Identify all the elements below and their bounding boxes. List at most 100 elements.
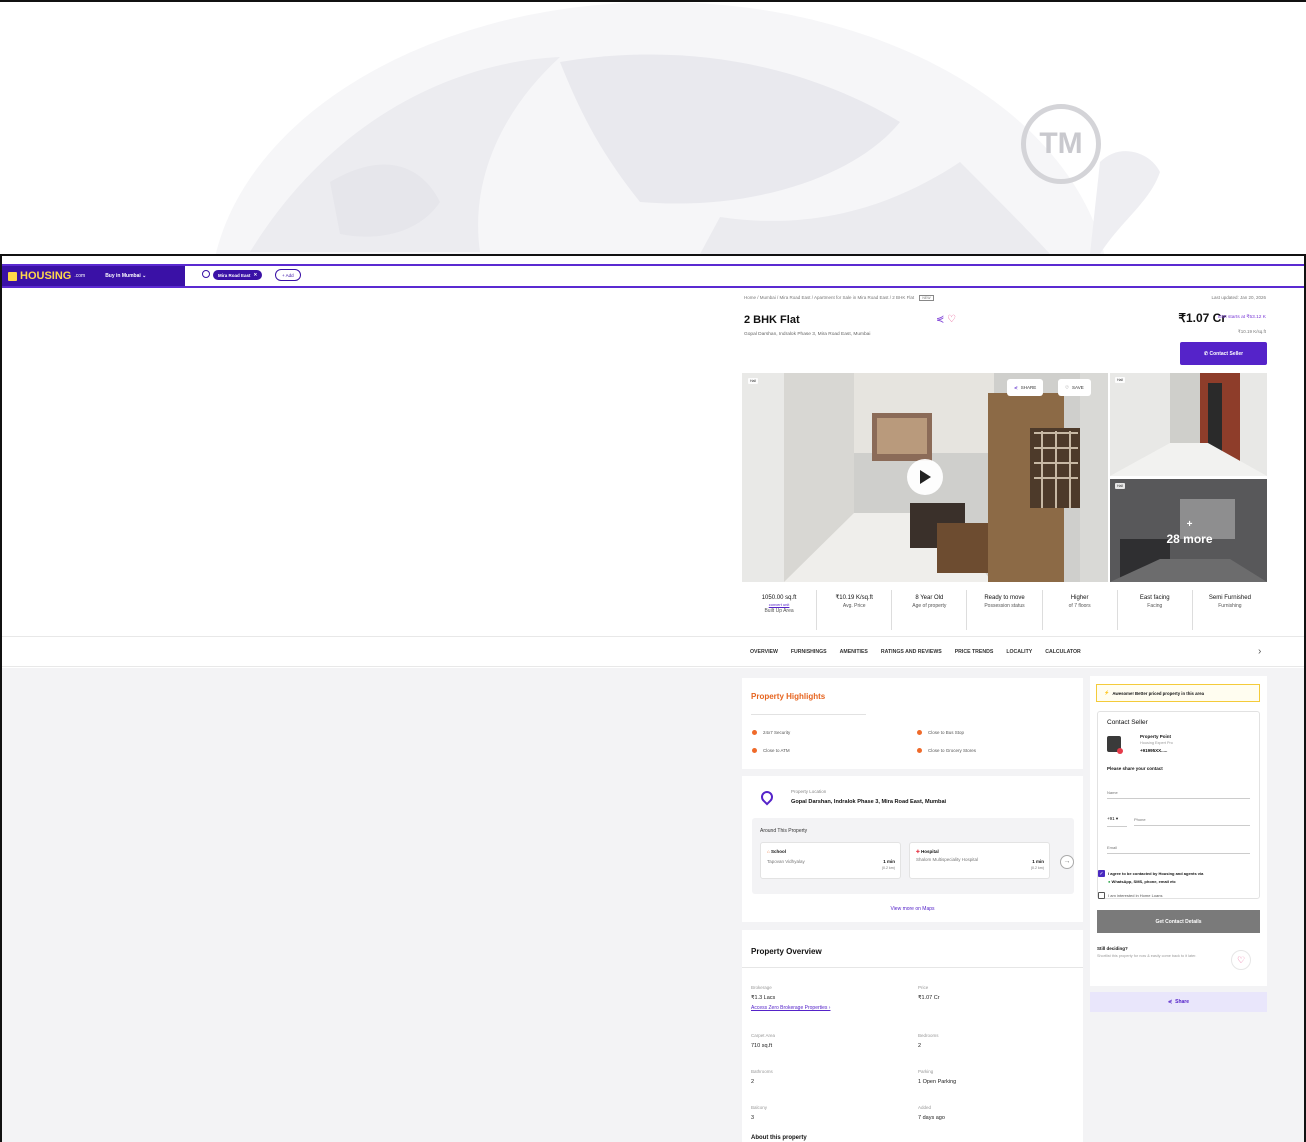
share-icon[interactable]: ⋞	[936, 314, 944, 325]
plus-icon: +	[1186, 519, 1193, 530]
price-per-sqft: ₹10.19 K/sq.ft	[1237, 329, 1266, 334]
tab-furnishings[interactable]: FURNISHINGS	[791, 649, 827, 655]
tab-calculator[interactable]: CALCULATOR	[1045, 649, 1081, 655]
contact-title: Contact Seller	[1107, 719, 1148, 726]
buy-in-dropdown[interactable]: Buy in Mumbai ⌄	[105, 273, 146, 279]
divider	[751, 714, 866, 715]
tab-price-trends[interactable]: PRICE TRENDS	[955, 649, 994, 655]
consent-channels: WhatsApp, SMS, phone, email etc	[1111, 879, 1176, 884]
view-maps-link[interactable]: View more on Maps	[742, 906, 1083, 912]
nearby-distance: (0.2 km)	[881, 866, 895, 870]
play-video-button[interactable]	[907, 459, 943, 495]
name-field[interactable]	[1107, 787, 1250, 799]
heart-icon: ♡	[1065, 384, 1070, 390]
phone-field[interactable]	[1134, 814, 1250, 826]
home-loan-label: I am interested in Home Loans	[1108, 893, 1163, 898]
still-deciding-label: Still deciding?	[1097, 946, 1128, 951]
property-address: Gopal Darshan, Indralok Phase 3, Mira Ro…	[744, 332, 871, 337]
caret-down-icon: ▾	[1115, 816, 1119, 821]
tab-ratings[interactable]: RATINGS AND REVIEWS	[881, 649, 942, 655]
heart-icon[interactable]: ♡	[947, 314, 956, 325]
stat-label: Possession status	[984, 603, 1025, 609]
location-label: Property Location	[791, 789, 827, 794]
zero-brokerage-link[interactable]: Access Zero Brokerage Properties ›	[751, 1005, 830, 1011]
navbar-brand-area: HOUSING .com Buy in Mumbai ⌄	[2, 266, 185, 286]
location-pin-icon	[758, 788, 776, 806]
highlight-text: Close to Bus Stop	[928, 730, 965, 735]
nearby-time: 1 min (0.2 km)	[882, 859, 895, 871]
balcony-value: 3	[751, 1115, 755, 1121]
breadcrumb[interactable]: Home / Mumbai / Mira Road East / Apartme…	[744, 295, 934, 301]
logo-text: HOUSING	[20, 270, 72, 282]
contact-seller-button[interactable]: ✆ Contact Seller	[1180, 342, 1267, 365]
globe-watermark	[0, 2, 1306, 254]
parking-value: 1 Open Parking	[918, 1079, 957, 1085]
hall-photo	[1110, 373, 1267, 476]
gallery-save-button[interactable]: ♡ SAVE	[1058, 379, 1091, 396]
email-field[interactable]	[1107, 842, 1250, 854]
more-photos-label[interactable]: + 28 more	[1162, 516, 1217, 546]
trademark-badge: TM	[1021, 104, 1101, 184]
tab-overview[interactable]: OVERVIEW	[750, 649, 778, 655]
side-photo-1[interactable]: Hall	[1110, 373, 1267, 476]
stat-label: Built Up Area	[764, 608, 794, 614]
stat-floor: Higher of 7 floors	[1043, 590, 1118, 630]
nearby-type: ⌂ School	[767, 849, 786, 854]
divider	[742, 967, 1083, 968]
carpet-area-value: 710 sq.ft	[751, 1043, 773, 1049]
arrow-right-icon[interactable]: →	[1060, 855, 1074, 869]
shortlist-heart-button[interactable]: ♡	[1231, 950, 1251, 970]
property-stats: 1050.00 sq.ft convert unit Built Up Area…	[742, 590, 1267, 630]
photo-label: Hall	[1115, 377, 1126, 383]
share-listing-button[interactable]: ⋞ Share	[1090, 992, 1267, 1012]
share-icon: ⋞	[1014, 384, 1018, 390]
bullet-icon	[752, 730, 757, 736]
search-location-chip[interactable]: Mira Road East ✕	[213, 270, 263, 280]
nearby-type: ✚ Hospital	[916, 849, 939, 855]
share-icon: ⋞	[1167, 999, 1173, 1005]
close-icon[interactable]: ✕	[254, 272, 258, 278]
highlight-item: Close to Bus Stop	[917, 730, 965, 736]
tab-locality[interactable]: LOCALITY	[1006, 649, 1032, 655]
chevron-right-icon[interactable]: ›	[1258, 646, 1261, 657]
last-updated: Last updated: Jan 20, 2026	[1211, 295, 1266, 300]
divider	[1107, 826, 1127, 827]
search-icon[interactable]	[202, 270, 210, 278]
add-location-chip[interactable]: + Add	[275, 269, 301, 281]
overview-label: Brokerage	[751, 985, 772, 990]
consent-checkbox[interactable]: ✓	[1098, 870, 1105, 877]
highlight-item: Close to ATM	[752, 748, 790, 754]
stat-value: 1050.00 sq.ft	[761, 595, 797, 601]
highlight-text: Close to Grocery Stores	[928, 748, 977, 753]
emi-link[interactable]: EMI starts at ₹53.12 K	[1218, 315, 1266, 320]
around-title: Around This Property	[760, 828, 808, 834]
stat-value: Ready to move	[984, 595, 1025, 601]
highlights-card: Property Highlights 24x7 Security Close …	[742, 678, 1083, 769]
home-loan-checkbox[interactable]	[1098, 892, 1105, 899]
breadcrumb-text[interactable]: Home / Mumbai / Mira Road East / Apartme…	[744, 295, 914, 300]
get-contact-details-button[interactable]: Get Contact Details	[1097, 910, 1260, 933]
highlight-text: 24x7 Security	[763, 730, 791, 735]
nearby-hospital-card[interactable]: ✚ Hospital Shalom Multispeciality Hospit…	[909, 842, 1050, 879]
overview-label: Added	[918, 1105, 932, 1110]
nearby-name: Shalom Multispeciality Hospital	[916, 857, 979, 862]
bullet-icon	[917, 748, 922, 754]
stat-age: 8 Year Old Age of property	[892, 590, 968, 630]
chip-label: Mira Road East	[218, 272, 251, 278]
seller-phone: +91995XX.....	[1140, 748, 1168, 753]
country-code-select[interactable]: +91 ▾	[1107, 816, 1118, 822]
highlights-title: Property Highlights	[751, 692, 826, 701]
highlight-item: 24x7 Security	[752, 730, 791, 736]
housing-logo[interactable]: HOUSING .com	[8, 270, 85, 282]
bathrooms-value: 2	[751, 1079, 755, 1085]
browser-frame: HOUSING .com Buy in Mumbai ⌄ Mira Road E…	[0, 254, 1306, 1142]
verified-badge-icon	[1117, 748, 1123, 754]
gallery-share-button[interactable]: ⋞ SHARE	[1007, 379, 1044, 396]
consent-text: I agree to be contacted by Housing and a…	[1108, 870, 1203, 886]
stat-facing: East facing Facing	[1118, 590, 1193, 630]
tab-amenities[interactable]: AMENITIES	[840, 649, 868, 655]
section-tabs: OVERVIEW FURNISHINGS AMENITIES RATINGS A…	[750, 649, 1081, 655]
nearby-school-card[interactable]: ⌂ School Tapovan Vidhyalay 1 min (0.2 km)	[760, 842, 901, 879]
overview-label: Bathrooms	[751, 1069, 773, 1074]
seller-role: Housing Expert Pro	[1140, 741, 1173, 745]
